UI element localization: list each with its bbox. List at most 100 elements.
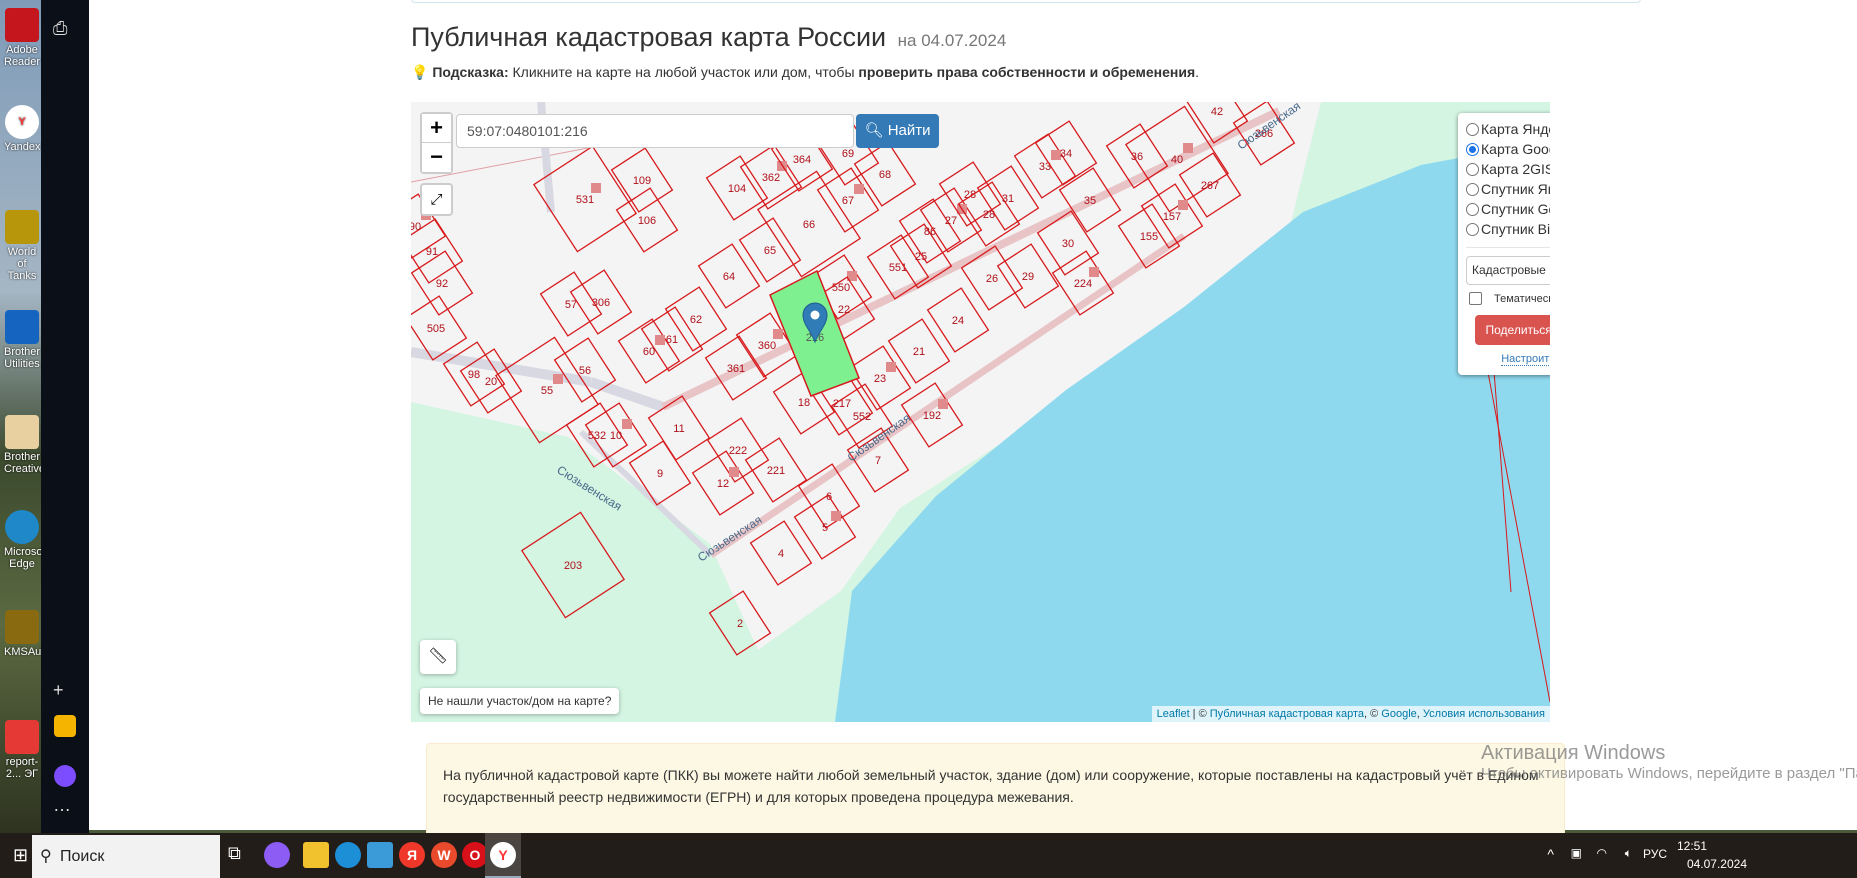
checkbox[interactable] (1469, 292, 1482, 305)
building (591, 183, 601, 193)
zoom-control: + − (420, 112, 453, 174)
map-attribution: Leaflet | © Публичная кадастровая карта,… (1151, 706, 1550, 722)
chevron-up-icon[interactable]: ^ (1547, 846, 1554, 862)
thematic-map-checkbox[interactable]: Тематическая карта (1466, 292, 1550, 305)
layer-option[interactable]: Карта Google (1466, 139, 1550, 159)
parcel-number: 98 (468, 369, 480, 381)
desktop-icon-edge[interactable]: Microsoft Edge (4, 510, 49, 570)
configure-map-link[interactable]: Настроить карту (1500, 353, 1550, 366)
yandex-icon[interactable]: Я (399, 842, 425, 868)
building (886, 362, 896, 372)
file-explorer-icon[interactable] (303, 842, 329, 868)
share-link-button[interactable]: Поделиться ссылкой (1474, 315, 1550, 345)
parcel-number: 4 (778, 548, 784, 560)
windows-start-icon[interactable]: ⊞ (13, 845, 28, 866)
cadastral-map[interactable]: 531 109 106 104 362 364 69 68 67 66 65 64 550 551 25 86… (411, 102, 1550, 722)
radio-button[interactable] (1466, 202, 1479, 216)
parcel-number: 106 (638, 215, 656, 227)
add-icon[interactable]: + (53, 680, 64, 701)
layer-option[interactable]: Карта 2GIS (1466, 159, 1550, 179)
desktop-icon-adobe[interactable]: Adobe Reader (4, 8, 40, 68)
layer-option[interactable]: Спутник Google (1466, 199, 1550, 219)
desktop-icon-brother-creative[interactable]: Brother Creative (4, 415, 45, 475)
parcel-number: 221 (767, 465, 785, 477)
computer-icon[interactable] (367, 842, 393, 868)
more-icon[interactable]: … (53, 795, 71, 816)
edge-sidebar: ⎙ + … (41, 0, 89, 833)
desktop-icon-yandex[interactable]: Y Yandex (4, 105, 41, 153)
layer-option[interactable]: Спутник Яндекс (1466, 179, 1550, 199)
parcel-number: 109 (633, 175, 651, 187)
mail-icon[interactable] (54, 715, 76, 737)
parcel-number: 104 (728, 183, 746, 195)
volume-icon[interactable]: 🔈︎ (1625, 846, 1632, 861)
wifi-icon[interactable]: ◠ (1597, 846, 1607, 860)
fullscreen-button[interactable]: ⤢ (420, 183, 453, 216)
wps-icon[interactable]: W (431, 842, 457, 868)
building (854, 184, 864, 194)
parcel-number: 23 (874, 373, 886, 385)
building (831, 511, 841, 521)
info-box: На публичной кадастровой карте (ПКК) вы … (426, 743, 1565, 838)
parcel-number: 550 (832, 282, 850, 294)
radio-button[interactable] (1466, 122, 1479, 136)
measure-ruler-button[interactable]: 📏︎ (420, 640, 456, 674)
desktop-icon-report[interactable]: report-2... ЭГ (4, 720, 40, 780)
building (1178, 200, 1188, 210)
desktop-icon-kmsauto[interactable]: KMSAuto (4, 610, 50, 658)
pkk-link[interactable]: Публичная кадастровая карта (1210, 708, 1364, 720)
alice-icon[interactable] (264, 842, 290, 868)
zoom-in-button[interactable]: + (422, 114, 451, 143)
alice-icon[interactable] (54, 765, 76, 787)
clock-date[interactable]: 04.07.2024 (1687, 857, 1747, 871)
page-date: на 04.07.2024 (897, 31, 1007, 50)
parcel-number: 267 (1201, 180, 1219, 192)
parcel-number: 27 (945, 215, 957, 227)
parcel-number: 224 (1074, 278, 1092, 290)
parcel-number: 12 (717, 478, 729, 490)
parcel-number: 11 (673, 423, 684, 435)
clock-time[interactable]: 12:51 (1677, 839, 1707, 853)
not-found-button[interactable]: Не нашли участок/дом на карте? (420, 688, 620, 714)
google-link[interactable]: Google (1381, 708, 1416, 720)
parcel-number: 28 (983, 209, 995, 221)
taskbar-search[interactable]: ⚲ Поиск (32, 835, 220, 878)
parcel-number: 7 (875, 455, 881, 467)
parcel-number: 5 (822, 522, 828, 534)
building (1183, 143, 1193, 153)
camera-icon[interactable]: ▣ (1571, 846, 1582, 860)
parcel-number: 10 (610, 430, 622, 442)
parcel-number: 552 (853, 411, 871, 423)
screenshot-icon[interactable]: ⎙ (53, 18, 67, 39)
desktop-icon-wot[interactable]: World of Tanks (4, 210, 40, 282)
layer-option[interactable]: Карта Яндекс (1466, 119, 1550, 139)
radio-button[interactable] (1466, 182, 1479, 196)
radio-button[interactable] (1466, 142, 1479, 156)
cadastral-number-input[interactable]: 59:07:0480101:216 (456, 114, 854, 148)
desktop-icon-brother-utilities[interactable]: Brother Utilities (4, 310, 40, 370)
yandex-browser-button[interactable]: Y (485, 833, 521, 878)
building (938, 399, 948, 409)
parcel-number: 90 (411, 221, 421, 233)
language-indicator[interactable]: РУС (1643, 847, 1667, 861)
parcel-number: 62 (690, 314, 702, 326)
edge-icon[interactable] (335, 842, 361, 868)
search-icon: ⚲ (40, 848, 52, 865)
overlay-select[interactable]: Кадастровые границы▼ (1466, 256, 1550, 285)
map-tiles[interactable]: 531109106104362364 6968676665645505512586… (411, 102, 1550, 722)
radio-button[interactable] (1466, 222, 1479, 236)
zoom-out-button[interactable]: − (422, 143, 451, 172)
parcel-number: 157 (1163, 211, 1181, 223)
parcel-number: 361 (727, 363, 745, 375)
task-view-icon[interactable]: ⧉ (228, 843, 241, 864)
find-button[interactable]: 🔍︎ Найти (856, 114, 939, 148)
parcel-number: 42 (1211, 106, 1223, 118)
parcel-number: 57 (565, 299, 577, 311)
layer-option[interactable]: Спутник Bing (1466, 219, 1550, 239)
parcel-number: 24 (952, 315, 964, 327)
parcel-number: 34 (1060, 148, 1072, 160)
leaflet-link[interactable]: Leaflet (1157, 708, 1190, 720)
parcel-number: 64 (723, 271, 735, 283)
terms-link[interactable]: Условия использования (1423, 708, 1545, 720)
radio-button[interactable] (1466, 162, 1479, 176)
